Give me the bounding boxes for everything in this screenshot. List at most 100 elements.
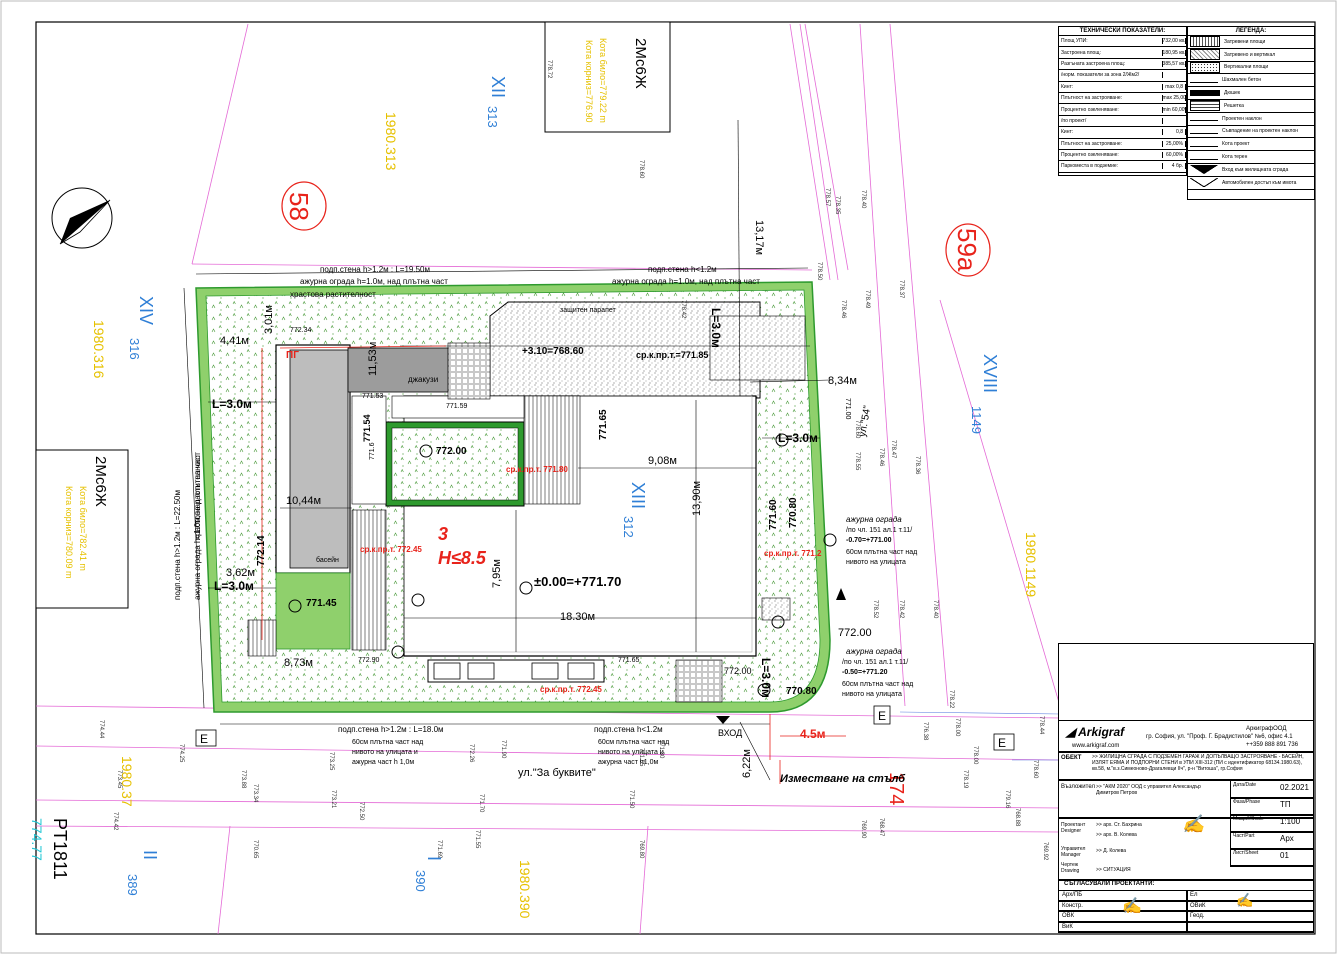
parcel-xiv-num: 316 (127, 338, 142, 360)
legend-row: Дюшек (1188, 87, 1314, 100)
tech-key: Процентно озеленяване: (1059, 106, 1163, 113)
plot-59a: 59a (952, 228, 982, 272)
elevation-value: 773.88 (240, 770, 246, 789)
note-bot1: подп.стена h>1.2м : L=18.0м (338, 725, 444, 734)
manager-key: Управител Manager (1061, 846, 1086, 858)
dim-l3-left-top: L=3.0м (212, 397, 252, 411)
dim-3-62: 3,62м (226, 567, 255, 579)
neighbor-top-title: 2Мс6Ж (632, 38, 649, 89)
signature-icon: ✍ (1182, 814, 1205, 834)
level-771-59: 771.59 (446, 403, 468, 410)
coord-key: ВиК (1062, 923, 1073, 930)
vazlojitel-key: Възложител (1061, 784, 1095, 790)
zone-number: 3 (438, 524, 448, 544)
coord-key-2: Геод. (1190, 913, 1205, 919)
logo-icon: ◢ (1066, 725, 1076, 739)
meta-key: Лист/Sheet (1233, 850, 1259, 856)
elevation-value: 779.16 (1004, 790, 1010, 809)
note-left3: храстова растителност (193, 454, 202, 540)
elevation-value: 773.21 (330, 790, 336, 809)
street-label: ул."За буквите" (518, 767, 596, 779)
dim-3-01: 3,01м (263, 305, 275, 334)
dim-10-44: 10,44м (286, 495, 321, 507)
zero-level: ±0.00=+771.70 (534, 574, 621, 589)
tech-key: Паркоместа в подземие: (1059, 163, 1163, 170)
elevation-value: 778.00 (954, 718, 960, 737)
note-right4: 60см плътна част над (846, 549, 917, 556)
legend-swatch-icon (1190, 116, 1218, 122)
dim-9-08: 9,08м (648, 455, 677, 467)
legend-title: ЛЕГЕНДА: (1188, 27, 1314, 36)
elevation-value: 778.19 (962, 770, 968, 789)
tech-key: Застроена площ: (1059, 49, 1163, 56)
jacuzzi-label: джакузи (408, 375, 438, 384)
legend-label: Проектен наклон (1222, 115, 1262, 122)
elevation-value: 778.47 (890, 440, 896, 459)
meta-value: 1:100 (1280, 817, 1301, 826)
elevation-value: 769.80 (638, 840, 644, 859)
company-logo: ◢ Arkigraf (1066, 725, 1125, 739)
elevation-value: 778.60 (1032, 760, 1038, 779)
legend-row: Вход към жилищната сграда (1188, 164, 1314, 177)
tech-value: 4 бр. (1163, 163, 1186, 170)
dim-4-41: 4,41м (220, 335, 249, 347)
level-772-14: 772.14 (256, 535, 267, 566)
note-top3: храстова растителност (290, 290, 376, 299)
manager-value: >> Д. Колева (1096, 848, 1127, 854)
dim-18-30: 18.30м (560, 611, 595, 623)
setback-45: 4.5м (800, 727, 826, 741)
elevation-value: 778.57 (824, 188, 830, 207)
coord-key: Констр. (1062, 902, 1083, 909)
legend-swatch-icon (1190, 178, 1218, 188)
elevation-value: 774.42 (112, 812, 118, 831)
legend-row: Съвпадение на проектен наклон (1188, 126, 1314, 139)
dim-l3-bottom: L=3.0м (759, 658, 773, 698)
elevation-value: 776.38 (922, 722, 928, 741)
note-bot4: ажурна част h 1,0м (352, 759, 414, 766)
svg-text:E: E (998, 736, 1006, 750)
tech-row: Плътност на застрояване: 25,00% (1059, 139, 1186, 150)
elevation-value: 769.92 (1042, 842, 1048, 861)
north-arrow-icon (51, 187, 113, 249)
elevation-value: 778.37 (898, 280, 904, 299)
elevation-value: 778.72 (546, 60, 552, 79)
tech-value: max 0,8 (1163, 83, 1186, 90)
note-protect: защитен парапет (560, 307, 617, 314)
elevation-value: 769.90 (860, 820, 866, 839)
note-bot2: 60см плътна част над (352, 739, 423, 746)
dim-l3-left-bot: L=3.0м (214, 579, 254, 593)
dim-l3-right: L=3.0м (778, 431, 818, 445)
elevation-value: 778.50 (816, 262, 822, 281)
legend-swatch-icon (1190, 142, 1218, 147)
level-771-6: 771.6 (369, 442, 376, 460)
elevation-value: 772.26 (468, 744, 474, 763)
yellow-1980-1149: 1980.1149 (1023, 532, 1039, 597)
level-772-00b: 772.00 (838, 627, 872, 639)
elevation-value: 778.46 (840, 300, 846, 319)
stamp-icon: ✍ (1122, 898, 1142, 915)
level-772-45a: ср.к.пр.т. 772.45 (360, 545, 422, 554)
note-bot3: нивото на улицата и (352, 749, 418, 756)
dim-13-90: 13,90м (691, 481, 703, 516)
elevation-value: 778.52 (872, 600, 878, 619)
note-right8: -0.50=+771.20 (842, 669, 888, 676)
elevation-value: 778.46 (878, 448, 884, 467)
level-770-80a: 770.80 (788, 497, 799, 528)
meta-value: ТП (1280, 800, 1291, 809)
legend-label: Автомобилен достъп към имота (1222, 179, 1297, 186)
company-address: гр. София, ул. "Проф. Г. Брадистилов" №6… (1146, 734, 1293, 740)
parcel-xviii: XVIII (980, 354, 1000, 393)
legend-panel: ЛЕГЕНДА: Затревени площи Затревено и верт… (1187, 26, 1315, 200)
coord-title: СЪГЛАСУВАЛИ ПРОЕКТАНТИ: (1064, 881, 1155, 887)
neighbor-left-line1: Кота било=782.41 m (78, 486, 88, 571)
level-771-54: 771.54 (362, 414, 372, 442)
designer-v1: >> арх. Ст. Бахрина (1096, 822, 1142, 828)
coord-key: Арх/ПБ (1062, 892, 1083, 898)
dim-7-95: 7,95м (491, 559, 503, 588)
tech-row: Кинт: max 0,8 (1059, 82, 1186, 93)
tech-key: Разгъната застроена площ: (1059, 60, 1163, 67)
elevation-value: 773.25 (328, 752, 334, 771)
note-left1: подп.стена h>1.2м : L=22.50м (173, 490, 182, 600)
legend-label: Вход към жилищната сграда (1222, 166, 1289, 173)
tech-row: Плътност на застрояване:max 25,00% (1059, 93, 1186, 105)
